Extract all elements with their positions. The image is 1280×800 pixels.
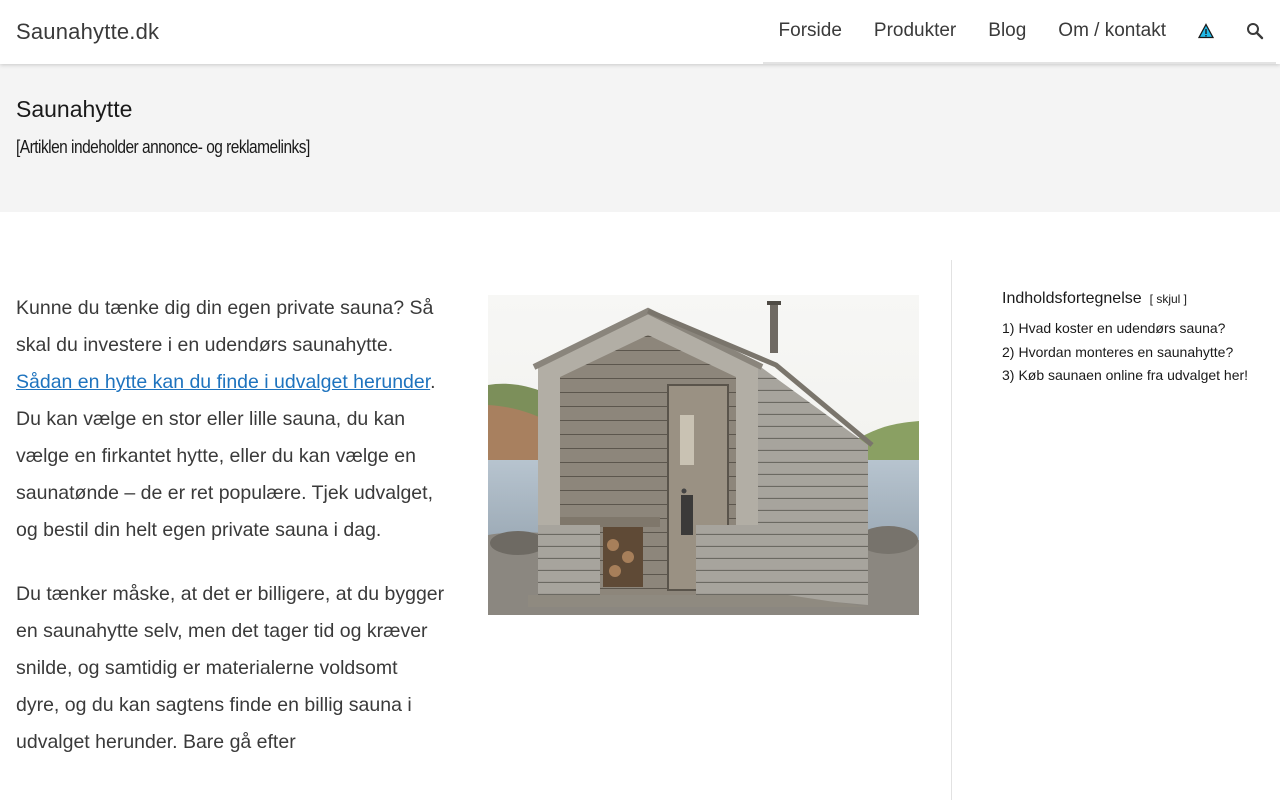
article-paragraph-2: Du tænker måske, at det er billigere, at… (16, 583, 445, 753)
table-of-contents: Indholdsfortegnelse [ skjul ] 1) Hvad kos… (1002, 290, 1252, 388)
sidebar-divider (951, 260, 952, 800)
toc-item-label: Hvad koster en udendørs sauna? (1018, 320, 1226, 336)
ad-disclaimer: [Artiklen indeholder annonce- og reklame… (16, 137, 310, 157)
paragraph-text: Kunne du tænke dig din egen private saun… (16, 297, 434, 356)
toc-title: Indholdsfortegnelse (1002, 290, 1142, 307)
toc-item-label: Køb saunaen online fra udvalget her! (1018, 367, 1249, 383)
toc-item-number: 2) (1002, 343, 1015, 360)
toc-item-number: 3) (1002, 367, 1015, 383)
nav-produkter[interactable]: Produkter (874, 20, 956, 42)
nav-om-kontakt[interactable]: Om / kontakt (1058, 20, 1166, 42)
nav-forside[interactable]: Forside (779, 20, 842, 42)
toc-item[interactable]: 2) Hvordan monteres en saunahytte? (1002, 341, 1252, 363)
warning-icon[interactable] (1197, 23, 1215, 39)
page-hero: Saunahytte [Artiklen indeholder annonce-… (0, 64, 1280, 212)
page-title: Saunahytte (16, 96, 133, 122)
article-paragraph-1: Kunne du tænke dig din egen private saun… (16, 290, 446, 549)
main-nav: Forside Produkter Blog Om / kontakt (762, 0, 1276, 64)
toc-item[interactable]: 3) Køb saunaen online fra udvalget her! (1002, 364, 1252, 386)
toc-toggle-button[interactable]: [ skjul ] (1150, 292, 1187, 306)
sauna-cabin-image (488, 295, 919, 615)
products-link[interactable]: Sådan en hytte kan du finde i udvalget h… (16, 371, 430, 393)
toc-item[interactable]: 1) Hvad koster en udendørs sauna? (1002, 317, 1252, 339)
toc-header: Indholdsfortegnelse [ skjul ] (1002, 290, 1252, 308)
toc-item-label: Hvordan monteres en saunahytte? (1018, 343, 1234, 360)
site-title[interactable]: Saunahytte.dk (16, 19, 159, 45)
toc-item-number: 1) (1002, 320, 1015, 336)
search-icon[interactable] (1246, 22, 1264, 40)
nav-blog[interactable]: Blog (988, 20, 1026, 42)
site-header: Saunahytte.dk Forside Produkter Blog Om … (0, 0, 1280, 64)
article-body: Kunne du tænke dig din egen private saun… (16, 290, 446, 788)
toc-list: 1) Hvad koster en udendørs sauna? 2) Hvord… (1002, 317, 1252, 386)
paragraph-text: . Du kan vælge en stor eller lille sauna… (16, 371, 436, 541)
